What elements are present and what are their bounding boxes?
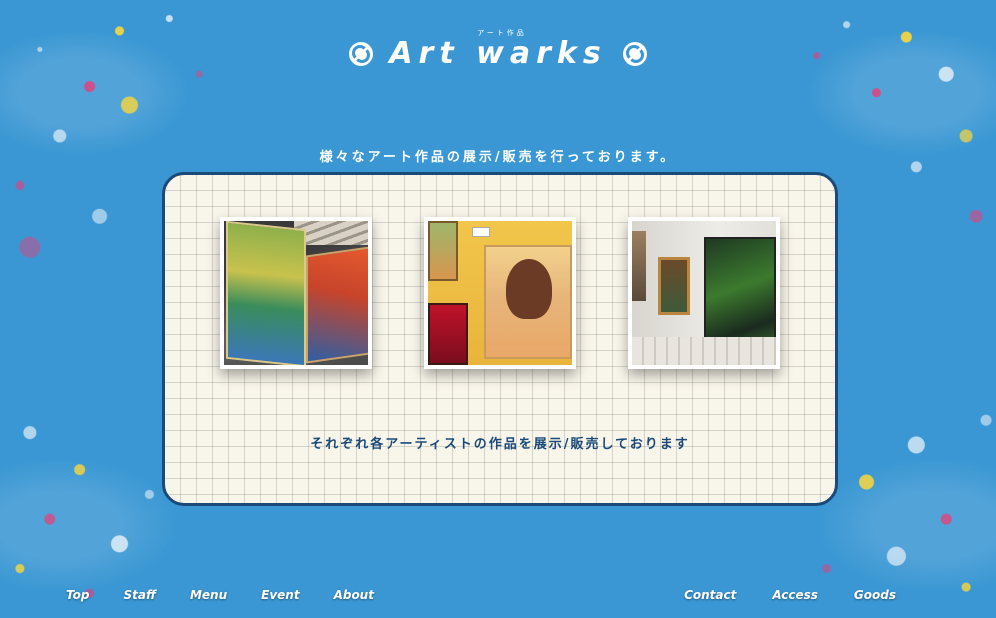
page-title: Art warks	[389, 36, 607, 71]
artwork-image	[428, 221, 572, 365]
footer-nav-right: Contact Access Goods	[684, 588, 896, 602]
footer-nav-left: Top Staff Menu Event About	[66, 588, 374, 602]
gallery-photo-2[interactable]	[424, 217, 576, 369]
nav-about-link[interactable]: About	[334, 588, 374, 602]
gallery-photo-3[interactable]	[628, 217, 780, 369]
artwork-image	[224, 221, 368, 365]
swirl-icon	[349, 41, 374, 66]
nav-menu-link[interactable]: Menu	[190, 588, 227, 602]
gallery-caption: それぞれ各アーティストの作品を展示/販売しております	[310, 437, 690, 452]
title-row: Art warks	[349, 36, 647, 71]
gallery-panel: それぞれ各アーティストの作品を展示/販売しております	[162, 172, 838, 506]
nav-staff-link[interactable]: Staff	[123, 588, 155, 602]
swirl-icon	[622, 41, 647, 66]
tagline: 様々なアート作品の展示/販売を行っております。	[319, 150, 677, 165]
nav-event-link[interactable]: Event	[261, 588, 299, 602]
artwork-image	[632, 221, 776, 365]
nav-top-link[interactable]: Top	[66, 588, 89, 602]
nav-access-link[interactable]: Access	[772, 588, 818, 602]
nav-goods-link[interactable]: Goods	[854, 588, 896, 602]
site-header: アート作品 Art warks	[0, 28, 996, 71]
nav-contact-link[interactable]: Contact	[684, 588, 736, 602]
gallery-photo-1[interactable]	[220, 217, 372, 369]
